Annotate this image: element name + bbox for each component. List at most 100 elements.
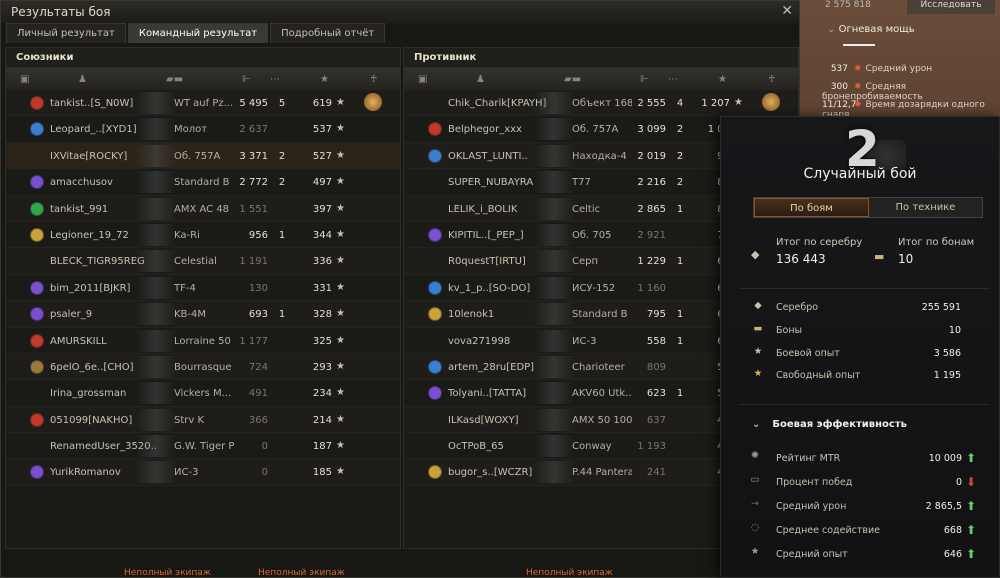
table-row[interactable]: tankist..[S_N0W] WT auf Pz... 5 495 5 619 ★ — [6, 90, 400, 117]
switch-by-vehicles[interactable]: По технике — [869, 198, 982, 217]
table-row[interactable]: BLECK_TIGR95REG Celestial 1 191 336 ★ — [6, 248, 400, 275]
tank-image — [136, 171, 176, 194]
medal-icon[interactable] — [364, 93, 382, 111]
table-row[interactable]: 6pelO_6e..[CHO] Bourrasque 724 293 ★ — [6, 353, 400, 381]
damage-value: 491 — [248, 388, 268, 400]
damage-value: 2 555 — [637, 98, 666, 109]
table-row[interactable]: Leopard_..[XYD1] Молот 2 637 537 ★ — [6, 116, 400, 143]
star-icon: ★ — [336, 123, 345, 135]
medal-col-icon[interactable]: ♰ — [768, 74, 775, 85]
stat-label: Среднее содействие — [776, 525, 880, 536]
tank-image — [136, 223, 176, 246]
xp-value: 527 — [312, 150, 332, 162]
view-switch: По боям По технике — [753, 197, 983, 218]
table-row[interactable]: YurikRomanov ИС-3 0 185 ★ — [6, 459, 400, 486]
tank-name: Об. 757А — [572, 124, 619, 136]
chevron-down-icon: ⌄ — [752, 419, 761, 430]
player-icon[interactable]: ♟ — [476, 74, 485, 85]
squad-icon[interactable]: ▣ — [418, 74, 427, 85]
damage-icon[interactable]: ⊩ — [242, 74, 251, 85]
table-row[interactable]: Irina_grossman Vickers M... 491 234 ★ — [6, 380, 400, 407]
kills-icon[interactable]: ⋯ — [270, 74, 280, 85]
stat-value: 10 009 — [928, 453, 962, 464]
close-icon[interactable]: ✕ — [781, 3, 793, 19]
arrow-up-icon: ⬆ — [965, 451, 976, 465]
tank-name: Conway — [572, 441, 612, 453]
damage-value: 2 019 — [637, 150, 666, 162]
table-row[interactable]: 051099[NAKHO] Strv K 366 214 ★ — [6, 406, 400, 434]
star-icon: ★ — [336, 176, 345, 188]
xp-value: 328 — [312, 309, 332, 321]
stat-label: Средний опыт — [776, 549, 848, 560]
allies-title: Союзники — [6, 48, 400, 68]
star-icon: ★ — [336, 308, 345, 320]
tank-name: ИС-3 — [572, 335, 597, 347]
silver-icon: ◆ — [751, 248, 760, 261]
xp-star-icon[interactable]: ★ — [320, 74, 329, 85]
table-row[interactable]: tankist_991 AMX AC 48 1 551 397 ★ — [6, 195, 400, 222]
tank-image — [136, 329, 176, 352]
tank-name: AMX AC 48 — [174, 203, 230, 215]
table-row[interactable]: bim_2011[BJKR] TF-4 130 331 ★ — [6, 275, 400, 302]
damage-value: 1 177 — [239, 335, 268, 347]
tank-name: Strv K — [174, 414, 205, 426]
switch-by-battles[interactable]: По боям — [754, 198, 869, 217]
table-row[interactable]: Legioner_19_72 Ka-Ri 956 1 344 ★ — [6, 222, 400, 249]
tank-image — [534, 382, 574, 405]
kills-value: 2 — [676, 150, 684, 162]
kills-value: 2 — [278, 177, 286, 189]
damage-value: 795 — [646, 309, 666, 321]
tank-image — [136, 303, 176, 326]
table-row[interactable]: IXVitae[ROCKY] Об. 757А 3 371 2 527 ★ — [6, 142, 400, 170]
research-button[interactable]: Исследовать — [907, 0, 995, 14]
tank-image — [534, 408, 574, 431]
damage-value: 241 — [646, 467, 666, 479]
stat-value: 2 865,5 — [925, 501, 962, 512]
tank-name: Standard B — [174, 177, 230, 189]
tank-image — [534, 223, 574, 246]
tank-image — [534, 250, 574, 273]
damage-value: 366 — [248, 414, 268, 426]
kills-icon[interactable]: ⋯ — [668, 74, 678, 85]
stat-label: Процент побед — [776, 477, 853, 488]
tank-name: Standard B — [572, 309, 628, 321]
arrow-up-icon: ⬆ — [965, 499, 976, 513]
damage-value: 724 — [248, 361, 268, 373]
table-row[interactable]: psaler_9 KB-4M 693 1 328 ★ — [6, 301, 400, 328]
table-row[interactable]: AMURSKILL Lorraine 50 t1 177 325 ★ — [6, 328, 400, 354]
star-icon: ★ — [336, 440, 345, 452]
xp-value: 537 — [312, 124, 332, 136]
damage-value: 2 921 — [637, 229, 666, 241]
divider — [740, 404, 990, 405]
clan-icon — [428, 148, 442, 163]
medal-icon[interactable] — [762, 93, 780, 111]
table-row[interactable]: amacchusov Standard B2 772 2 497 ★ — [6, 169, 400, 196]
xp-value: 336 — [312, 256, 332, 268]
xp-star-icon[interactable]: ★ — [718, 74, 727, 85]
clan-icon — [428, 359, 442, 374]
stat-value: 668 — [943, 525, 962, 536]
squad-icon[interactable]: ▣ — [20, 74, 29, 85]
tank-icon[interactable]: ▰▬ — [564, 74, 581, 85]
arrow-down-icon: ⬇ — [965, 475, 976, 489]
table-row[interactable]: Chik_Charik[KPAYH]Объект 168Н2 55541 207… — [404, 90, 798, 117]
damage-icon[interactable]: ⊩ — [640, 74, 649, 85]
tab-bar: Личный результат Командный результат Под… — [6, 23, 386, 43]
tab-detailed[interactable]: Подробный отчёт — [270, 23, 386, 43]
xp-value: 293 — [312, 361, 332, 373]
battle-results-window: Результаты боя ✕ Личный результат Команд… — [0, 0, 800, 578]
table-row[interactable]: RenamedUser_3520.. G.W. Tiger P 0 187 ★ — [6, 433, 400, 460]
tab-team[interactable]: Командный результат — [127, 23, 269, 43]
kills-value: 4 — [676, 98, 684, 109]
medal-col-icon[interactable]: ♰ — [370, 74, 377, 85]
arrow-up-icon: ⬆ — [965, 523, 976, 537]
efficiency-row: ⇾ Средний урон 2 865,5 ⬆ — [748, 497, 988, 517]
player-icon[interactable]: ♟ — [78, 74, 87, 85]
kills-value: 2 — [676, 124, 684, 136]
silver-total-label: Итог по серебру — [776, 237, 863, 248]
clan-icon — [428, 307, 442, 322]
tank-image — [534, 118, 574, 141]
efficiency-header[interactable]: ⌄ Боевая эффективность — [752, 419, 907, 430]
tab-personal[interactable]: Личный результат — [6, 23, 126, 43]
tank-icon[interactable]: ▰▬ — [166, 74, 183, 85]
